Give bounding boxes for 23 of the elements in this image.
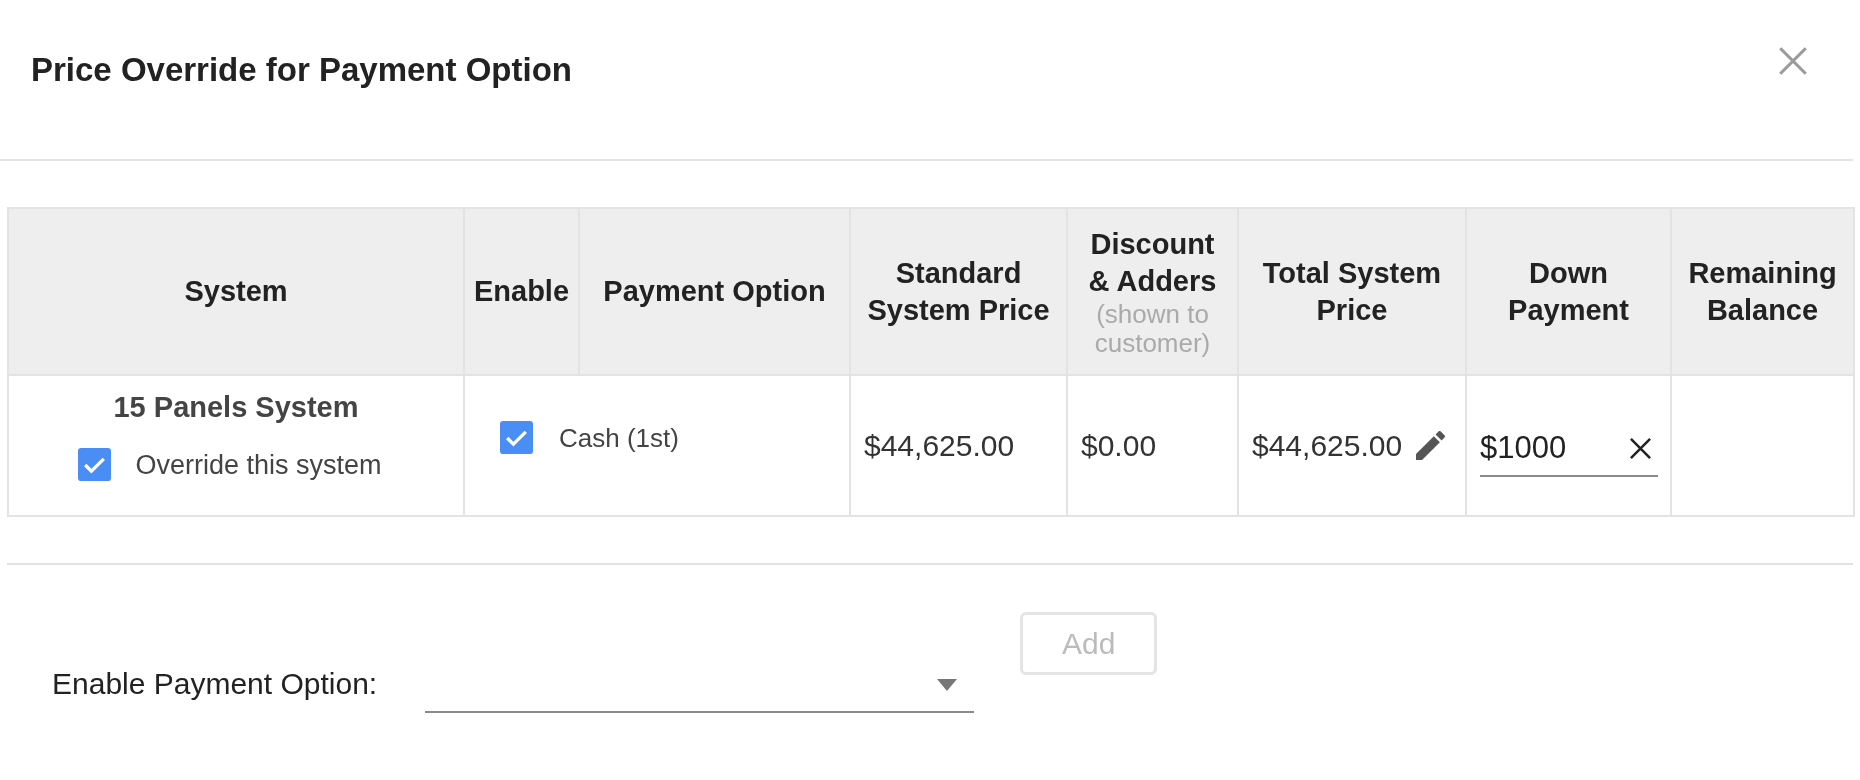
column-header: Standard System Price <box>866 255 1051 328</box>
total-price: $44,625.00 <box>1252 428 1403 464</box>
column-header: Total System Price <box>1261 255 1443 328</box>
pencil-icon[interactable] <box>1416 431 1446 460</box>
checkbox[interactable] <box>500 421 533 454</box>
checkbox-label: Override this system <box>135 448 382 481</box>
table-cell: $44,625.00 <box>850 375 1067 516</box>
table-cell: $0.00 <box>1067 375 1238 516</box>
column-header: Discount & Adders <box>1087 226 1218 299</box>
caret-icon <box>937 679 958 691</box>
dialog-title: Price Override for Payment Option <box>31 50 572 90</box>
column-header: Down Payment <box>1507 255 1630 328</box>
close-icon <box>1776 44 1810 78</box>
clear-icon[interactable] <box>1629 437 1652 460</box>
column-header: System <box>184 274 288 309</box>
column-header: Remaining Balance <box>1687 255 1838 328</box>
checkbox-label: Cash (1st) <box>559 421 679 454</box>
column-note: (shown to customer) <box>1093 299 1212 358</box>
system-name: 15 Panels System <box>113 390 359 424</box>
column-header: Enable <box>473 274 570 309</box>
checkbox[interactable] <box>78 448 112 481</box>
column-header: Payment Option <box>603 274 826 309</box>
field-label: Enable Payment Option: <box>52 666 378 702</box>
